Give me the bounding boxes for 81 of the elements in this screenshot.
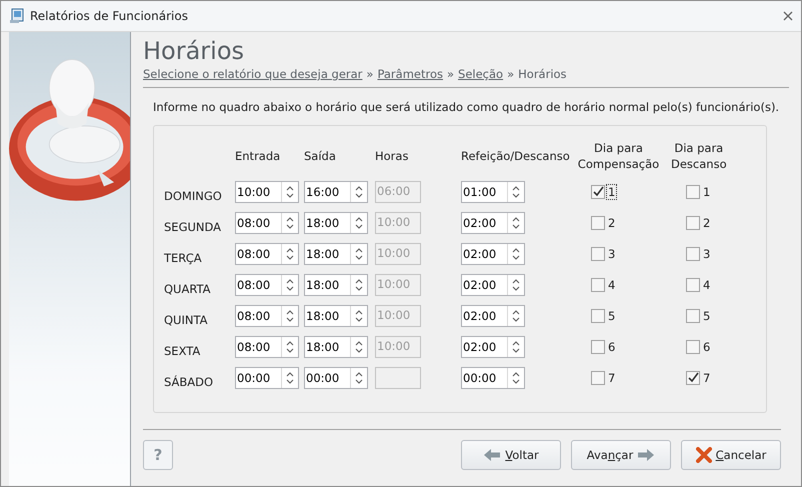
hours-field: 10:00 <box>375 243 421 265</box>
time-spinbox[interactable]: 02:00 <box>461 336 525 358</box>
time-input[interactable]: 08:00 <box>236 309 278 323</box>
time-input[interactable]: 02:00 <box>462 340 504 354</box>
breadcrumb-separator: » <box>507 67 514 81</box>
time-input[interactable]: 08:00 <box>236 247 278 261</box>
time-spinbox[interactable]: 02:00 <box>461 212 525 234</box>
time-input[interactable]: 08:00 <box>236 278 278 292</box>
column-header: Dia para Compensação <box>578 140 660 172</box>
window-title: Relatórios de Funcionários <box>30 9 189 23</box>
time-input[interactable]: 18:00 <box>305 278 347 292</box>
time-spinbox[interactable]: 18:00 <box>304 305 368 327</box>
column-header: Dia para Descanso <box>671 140 727 172</box>
cancel-x-icon <box>696 447 712 463</box>
time-spinbox[interactable]: 16:00 <box>304 181 368 203</box>
check-icon <box>592 186 604 198</box>
day-label: QUARTA <box>164 281 212 296</box>
time-spinbox[interactable]: 08:00 <box>235 305 299 327</box>
time-input[interactable]: 02:00 <box>462 309 504 323</box>
breadcrumb-link[interactable]: Seleção <box>458 67 504 81</box>
instruction-text: Informe no quadro abaixo o horário que será utilizado como quadro de horário normal pelo(s) funcionário(s). <box>153 100 780 114</box>
arrow-right-icon <box>637 448 656 462</box>
next-button[interactable]: Avançar <box>571 440 671 470</box>
time-spinbox[interactable]: 02:00 <box>461 305 525 327</box>
time-spinbox[interactable]: 10:00 <box>235 181 299 203</box>
time-input[interactable]: 02:00 <box>462 278 504 292</box>
time-input[interactable]: 18:00 <box>305 309 347 323</box>
time-spinbox[interactable]: 08:00 <box>235 336 299 358</box>
arrow-left-icon <box>483 448 502 462</box>
time-input[interactable]: 02:00 <box>462 247 504 261</box>
check-icon <box>687 372 699 384</box>
time-spinbox[interactable]: 02:00 <box>461 243 525 265</box>
time-input[interactable]: 18:00 <box>305 216 347 230</box>
time-spinbox[interactable]: 08:00 <box>235 274 299 296</box>
column-header: Refeição/Descanso <box>461 148 570 164</box>
cancel-button[interactable]: Cancelar <box>681 440 781 470</box>
page-title: Horários <box>143 36 246 67</box>
time-spinbox[interactable]: 00:00 <box>235 367 299 389</box>
back-button[interactable]: Voltar <box>461 440 561 470</box>
time-input[interactable]: 01:00 <box>462 185 504 199</box>
time-spinbox[interactable]: 18:00 <box>304 212 368 234</box>
day-label: DOMINGO <box>164 188 223 203</box>
time-input[interactable]: 08:00 <box>236 340 278 354</box>
day-label: SEXTA <box>164 343 202 358</box>
day-label: QUINTA <box>164 312 208 327</box>
time-spinbox[interactable]: 08:00 <box>235 212 299 234</box>
time-input[interactable]: 00:00 <box>462 371 504 385</box>
time-spinbox[interactable]: 08:00 <box>235 243 299 265</box>
time-spinbox[interactable]: 18:00 <box>304 243 368 265</box>
hours-field: 10:00 <box>375 274 421 296</box>
time-input[interactable]: 00:00 <box>236 371 278 385</box>
day-label: SÁBADO <box>164 374 214 389</box>
day-label: SEGUNDA <box>164 219 222 234</box>
time-spinbox[interactable]: 01:00 <box>461 181 525 203</box>
column-header: Entrada <box>235 148 280 164</box>
breadcrumb-link[interactable]: Parâmetros <box>377 67 443 81</box>
hours-field: 10:00 <box>375 336 421 358</box>
column-header: Horas <box>375 148 408 164</box>
time-input[interactable]: 08:00 <box>236 216 278 230</box>
time-spinbox[interactable]: 00:00 <box>304 367 368 389</box>
time-spinbox[interactable]: 18:00 <box>304 274 368 296</box>
breadcrumb-link[interactable]: Selecione o relatório que deseja gerar <box>143 67 362 81</box>
hours-field: 10:00 <box>375 212 421 234</box>
close-icon[interactable] <box>783 11 793 21</box>
hours-field: 10:00 <box>375 305 421 327</box>
time-input[interactable]: 10:00 <box>236 185 278 199</box>
time-input[interactable]: 18:00 <box>305 247 347 261</box>
day-label: TERÇA <box>164 250 203 265</box>
hours-field: 06:00 <box>375 181 421 203</box>
time-spinbox[interactable]: 00:00 <box>461 367 525 389</box>
time-input[interactable]: 16:00 <box>305 185 347 199</box>
time-input[interactable]: 18:00 <box>305 340 347 354</box>
report-app-icon <box>9 8 25 24</box>
time-spinbox[interactable]: 02:00 <box>461 274 525 296</box>
time-input[interactable]: 00:00 <box>305 371 347 385</box>
time-input[interactable]: 02:00 <box>462 216 504 230</box>
breadcrumb-separator: » <box>446 67 454 81</box>
column-header: Saída <box>304 148 336 164</box>
breadcrumb-current: Horários <box>518 67 567 81</box>
time-spinbox[interactable]: 18:00 <box>304 336 368 358</box>
breadcrumb-separator: » <box>366 67 374 81</box>
